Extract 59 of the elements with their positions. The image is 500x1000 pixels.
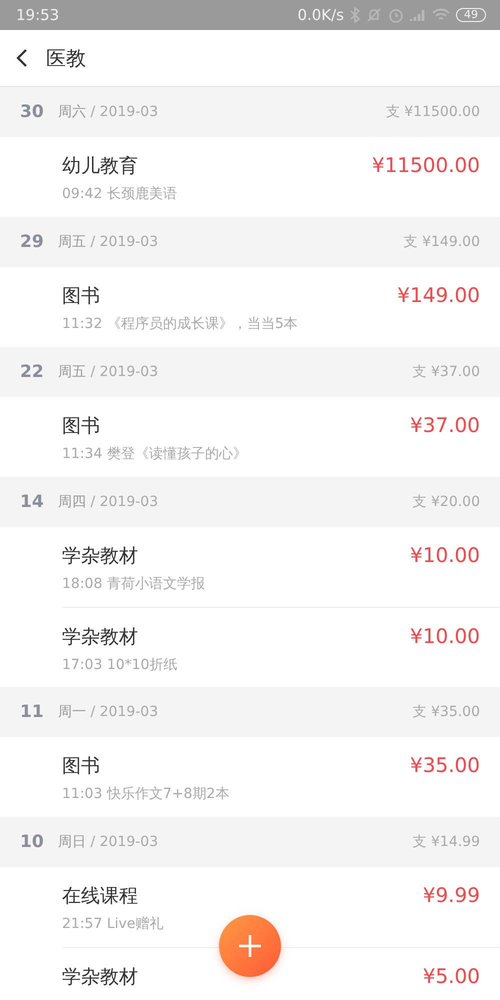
battery-indicator: 49 bbox=[456, 8, 486, 22]
date-label: 周一 / 2019-03 bbox=[58, 703, 158, 721]
transaction-row[interactable]: 图书 11:34 樊登《读懂孩子的心》 ¥37.00 bbox=[62, 397, 500, 477]
day-total: 支 ¥14.99 bbox=[412, 833, 480, 851]
day-number: 29 bbox=[20, 232, 44, 252]
category-label: 图书 bbox=[62, 754, 101, 779]
day-number: 14 bbox=[20, 492, 44, 512]
day-total: 支 ¥35.00 bbox=[412, 703, 480, 721]
date-label: 周四 / 2019-03 bbox=[58, 493, 158, 511]
category-label: 图书 bbox=[62, 284, 101, 309]
day-number: 11 bbox=[20, 702, 44, 722]
transaction-note: 11:32 《程序员的成长课》，当当5本 bbox=[62, 315, 298, 333]
amount: ¥10.00 bbox=[410, 624, 480, 650]
category-label: 图书 bbox=[62, 414, 101, 439]
transaction-note: 09:42 长颈鹿美语 bbox=[62, 185, 177, 203]
amount: ¥149.00 bbox=[397, 283, 480, 309]
category-label: 幼儿教育 bbox=[62, 154, 139, 179]
back-icon[interactable] bbox=[16, 48, 28, 68]
amount: ¥10.00 bbox=[410, 543, 480, 569]
date-label: 周日 / 2019-03 bbox=[58, 833, 158, 851]
network-speed: 0.0K/s bbox=[297, 6, 344, 24]
page-title: 医教 bbox=[46, 44, 86, 72]
day-number: 22 bbox=[20, 362, 44, 382]
signal-icon bbox=[410, 8, 426, 22]
day-number: 10 bbox=[20, 832, 44, 852]
day-total: 支 ¥11500.00 bbox=[386, 103, 480, 121]
clock: 19:53 bbox=[16, 6, 60, 24]
amount: ¥11500.00 bbox=[372, 153, 480, 179]
transaction-note: 17:03 10*10折纸 bbox=[62, 656, 178, 674]
amount: ¥35.00 bbox=[410, 753, 480, 779]
transaction-note: 11:34 樊登《读懂孩子的心》 bbox=[62, 445, 247, 463]
wifi-icon bbox=[432, 8, 450, 22]
date-label: 周五 / 2019-03 bbox=[58, 363, 158, 381]
amount: ¥5.00 bbox=[422, 964, 480, 990]
day-total: 支 ¥149.00 bbox=[404, 233, 480, 251]
transaction-row[interactable]: 在线课程 21:57 Live赠礼 ¥9.99 bbox=[62, 867, 500, 947]
bluetooth-icon bbox=[350, 7, 360, 23]
transaction-note: 21:57 Live赠礼 bbox=[62, 915, 164, 933]
amount: ¥37.00 bbox=[410, 413, 480, 439]
category-label: 学杂教材 bbox=[62, 965, 138, 990]
transaction-row[interactable]: 幼儿教育 09:42 长颈鹿美语 ¥11500.00 bbox=[62, 137, 500, 217]
category-label: 学杂教材 bbox=[62, 544, 139, 569]
transaction-row[interactable]: 图书 11:32 《程序员的成长课》，当当5本 ¥149.00 bbox=[62, 267, 500, 347]
plus-icon bbox=[238, 934, 262, 958]
day-number: 30 bbox=[20, 102, 44, 122]
date-label: 周六 / 2019-03 bbox=[58, 103, 158, 121]
transaction-note: 11:03 快乐作文7+8期2本 bbox=[62, 785, 230, 803]
category-label: 学杂教材 bbox=[62, 625, 139, 650]
date-label: 周五 / 2019-03 bbox=[58, 233, 158, 251]
transaction-note: 18:08 青荷小语文学报 bbox=[62, 575, 205, 593]
transaction-row[interactable]: 学杂教材 18:08 青荷小语文学报 ¥10.00 bbox=[62, 527, 500, 607]
add-button[interactable] bbox=[219, 915, 281, 977]
category-label: 在线课程 bbox=[62, 884, 139, 909]
day-total: 支 ¥37.00 bbox=[412, 363, 480, 381]
transaction-row[interactable]: 图书 11:03 快乐作文7+8期2本 ¥35.00 bbox=[62, 737, 500, 817]
muted-bell-icon bbox=[366, 7, 382, 23]
day-total: 支 ¥20.00 bbox=[412, 493, 480, 511]
amount: ¥9.99 bbox=[422, 883, 480, 909]
alarm-icon bbox=[388, 7, 404, 23]
